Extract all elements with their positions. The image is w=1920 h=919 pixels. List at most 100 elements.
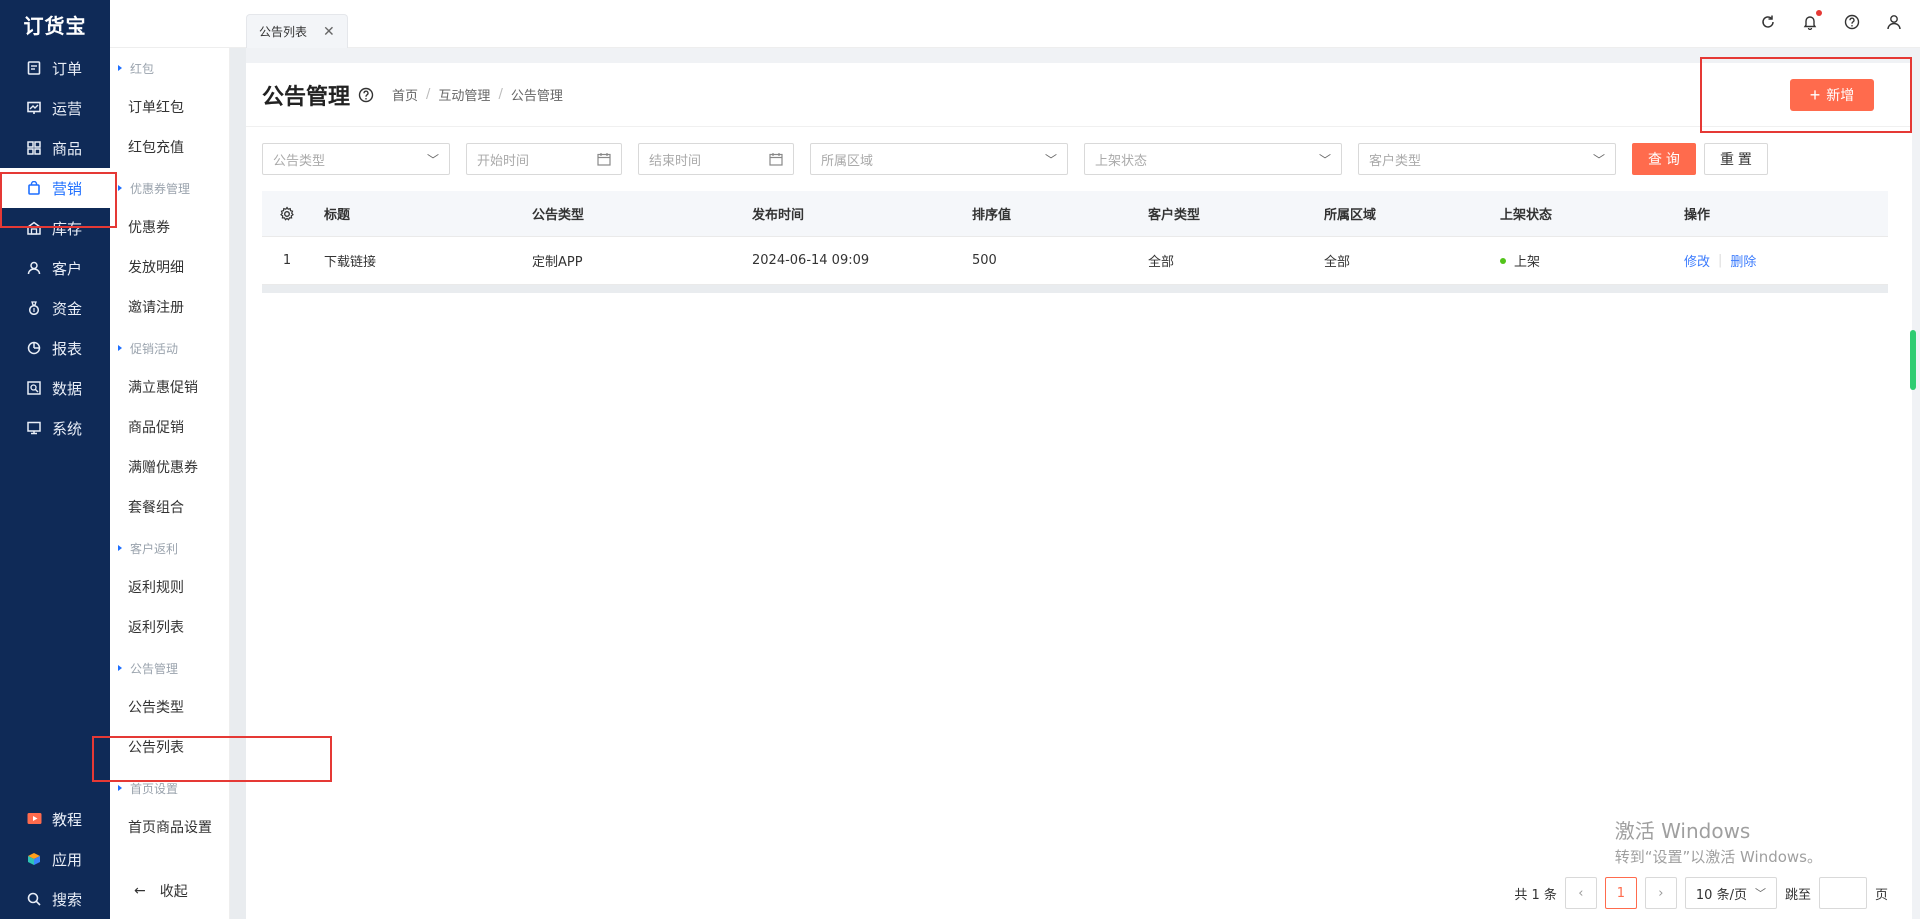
subnav-group-title: 客户返利 (110, 528, 229, 568)
tab-announcement-list[interactable]: 公告列表 ✕ (246, 14, 348, 48)
header-customer: 客户类型 (1148, 208, 1201, 223)
announcement-type-select[interactable]: 公告类型 ﹀ (262, 143, 450, 175)
nav-label: 报表 (52, 339, 83, 358)
end-time-picker[interactable]: 结束时间 (638, 143, 794, 175)
header-title: 标题 (324, 208, 351, 223)
pie-icon (26, 340, 42, 356)
subnav-item-rebate-list[interactable]: 返利列表 (110, 608, 229, 648)
chevron-down-icon: ﹀ (1318, 152, 1331, 167)
nav-item-operations[interactable]: 运营 (0, 88, 110, 128)
nav-label: 商品 (52, 139, 83, 158)
user-profile-icon[interactable] (1884, 12, 1904, 32)
close-icon[interactable]: ✕ (323, 24, 335, 40)
money-bag-icon (26, 300, 42, 316)
breadcrumb-separator: / (498, 87, 503, 102)
subnav-item-discount-promo[interactable]: 满立惠促销 (110, 368, 229, 408)
subnav-item-rebate-rules[interactable]: 返利规则 (110, 568, 229, 608)
nav-item-apps[interactable]: 应用 (0, 839, 110, 879)
nav-item-funds[interactable]: 资金 (0, 288, 110, 328)
nav-item-search[interactable]: 搜索 (0, 879, 110, 919)
breadcrumb-interaction[interactable]: 互动管理 (438, 85, 490, 104)
start-time-picker[interactable]: 开始时间 (466, 143, 622, 175)
nav-highlight-box (0, 172, 117, 228)
calendar-icon (597, 152, 611, 166)
data-icon (26, 380, 42, 396)
row-index: 1 (282, 253, 292, 268)
chevron-down-icon: ﹀ (1754, 887, 1766, 900)
nav-item-orders[interactable]: 订单 (0, 48, 110, 88)
breadcrumb-current: 公告管理 (510, 89, 563, 104)
subnav-item-gift-coupon[interactable]: 满赠优惠券 (110, 448, 229, 488)
chevron-down-icon: ﹀ (426, 152, 439, 167)
query-button[interactable]: 查 询 (1632, 143, 1696, 175)
nav-label: 订单 (52, 59, 83, 78)
row-actions: 修改 | 删除 (1684, 237, 1888, 284)
region-select[interactable]: 所属区域 ﹀ (810, 143, 1068, 175)
top-bar: 公告列表 ✕ (110, 0, 1920, 48)
page-size-select[interactable]: 10 条/页 ﹀ (1684, 877, 1777, 909)
page-button-current[interactable]: 1 (1604, 877, 1637, 909)
subnav-item-redpacket-recharge[interactable]: 红包充值 (110, 128, 229, 168)
triangle-icon (118, 665, 122, 671)
next-page-button[interactable]: › (1644, 877, 1677, 909)
nav-label: 运营 (52, 99, 83, 118)
bell-icon[interactable] (1800, 10, 1822, 32)
question-icon[interactable] (358, 87, 374, 103)
subnav-item-issue-detail[interactable]: 发放明细 (110, 248, 229, 288)
triangle-icon (118, 345, 122, 351)
windows-activation-watermark: 激活 Windows 转到“设置”以激活 Windows。 (1614, 819, 1822, 866)
nav-item-customers[interactable]: 客户 (0, 248, 110, 288)
subnav-group-title: 公告管理 (110, 648, 229, 688)
triangle-icon (118, 545, 122, 551)
prev-page-button[interactable]: ‹ (1564, 877, 1597, 909)
nav-label: 教程 (52, 810, 83, 829)
refresh-icon[interactable] (1758, 12, 1778, 32)
tab-label: 公告列表 (259, 25, 308, 39)
subnav-group-title: 促销活动 (110, 328, 229, 368)
page-header: 公告管理 首页 / 互动管理 / 公告管理 + 新增 (246, 57, 1912, 133)
subnav-item-coupons[interactable]: 优惠券 (110, 208, 229, 248)
nav-item-products[interactable]: 商品 (0, 128, 110, 168)
page-title: 公告管理 (262, 84, 351, 110)
announcement-table: 标题 公告类型 发布时间 排序值 客户类型 所属区域 上架状态 操作 1 下载链… (262, 191, 1888, 293)
table-header: 标题 公告类型 发布时间 排序值 客户类型 所属区域 上架状态 操作 (262, 191, 1888, 237)
row-status: 上架 (1500, 237, 1684, 284)
app-logo[interactable]: 订货宝 (0, 0, 110, 48)
search-icon (26, 891, 42, 907)
column-settings-icon[interactable] (262, 191, 312, 236)
subnav-item-bundle[interactable]: 套餐组合 (110, 488, 229, 528)
nav-item-tutorial[interactable]: 教程 (0, 799, 110, 839)
subnav-item-invite-register[interactable]: 邀请注册 (110, 288, 229, 328)
subnav-item-order-redpacket[interactable]: 订单红包 (110, 88, 229, 128)
jump-suffix: 页 (1874, 887, 1888, 903)
help-circle-icon[interactable] (1842, 12, 1862, 32)
triangle-icon (118, 185, 122, 191)
subnav-item-home-products[interactable]: 首页商品设置 (110, 808, 229, 848)
notification-dot (1816, 10, 1822, 16)
nav-item-data[interactable]: 数据 (0, 368, 110, 408)
row-region: 全部 (1324, 255, 1351, 270)
nav-label: 客户 (52, 259, 83, 278)
customer-type-select[interactable]: 客户类型 ﹀ (1358, 143, 1616, 175)
header-status: 上架状态 (1500, 208, 1553, 223)
status-select[interactable]: 上架状态 ﹀ (1084, 143, 1342, 175)
page-scrollbar[interactable] (1910, 330, 1916, 390)
video-icon (26, 811, 42, 827)
subnav-item-product-promo[interactable]: 商品促销 (110, 408, 229, 448)
table-horizontal-scrollbar[interactable] (262, 285, 1888, 293)
nav-label: 应用 (52, 850, 83, 869)
jump-page-input[interactable] (1818, 877, 1867, 909)
reset-button[interactable]: 重 置 (1704, 143, 1768, 175)
breadcrumb-home[interactable]: 首页 (392, 85, 418, 104)
monitor-icon (26, 420, 42, 436)
collapse-button[interactable]: ← 收起 (134, 871, 188, 911)
status-dot-icon (1500, 257, 1506, 264)
nav-item-reports[interactable]: 报表 (0, 328, 110, 368)
subnav-group-title: 红包 (110, 48, 229, 88)
delete-link[interactable]: 删除 (1730, 251, 1756, 270)
nav-item-system[interactable]: 系统 (0, 408, 110, 448)
edit-link[interactable]: 修改 (1684, 251, 1710, 270)
user-icon (26, 260, 42, 276)
subnav-item-announcement-type[interactable]: 公告类型 (110, 688, 229, 728)
sidebar-gutter (230, 48, 246, 919)
